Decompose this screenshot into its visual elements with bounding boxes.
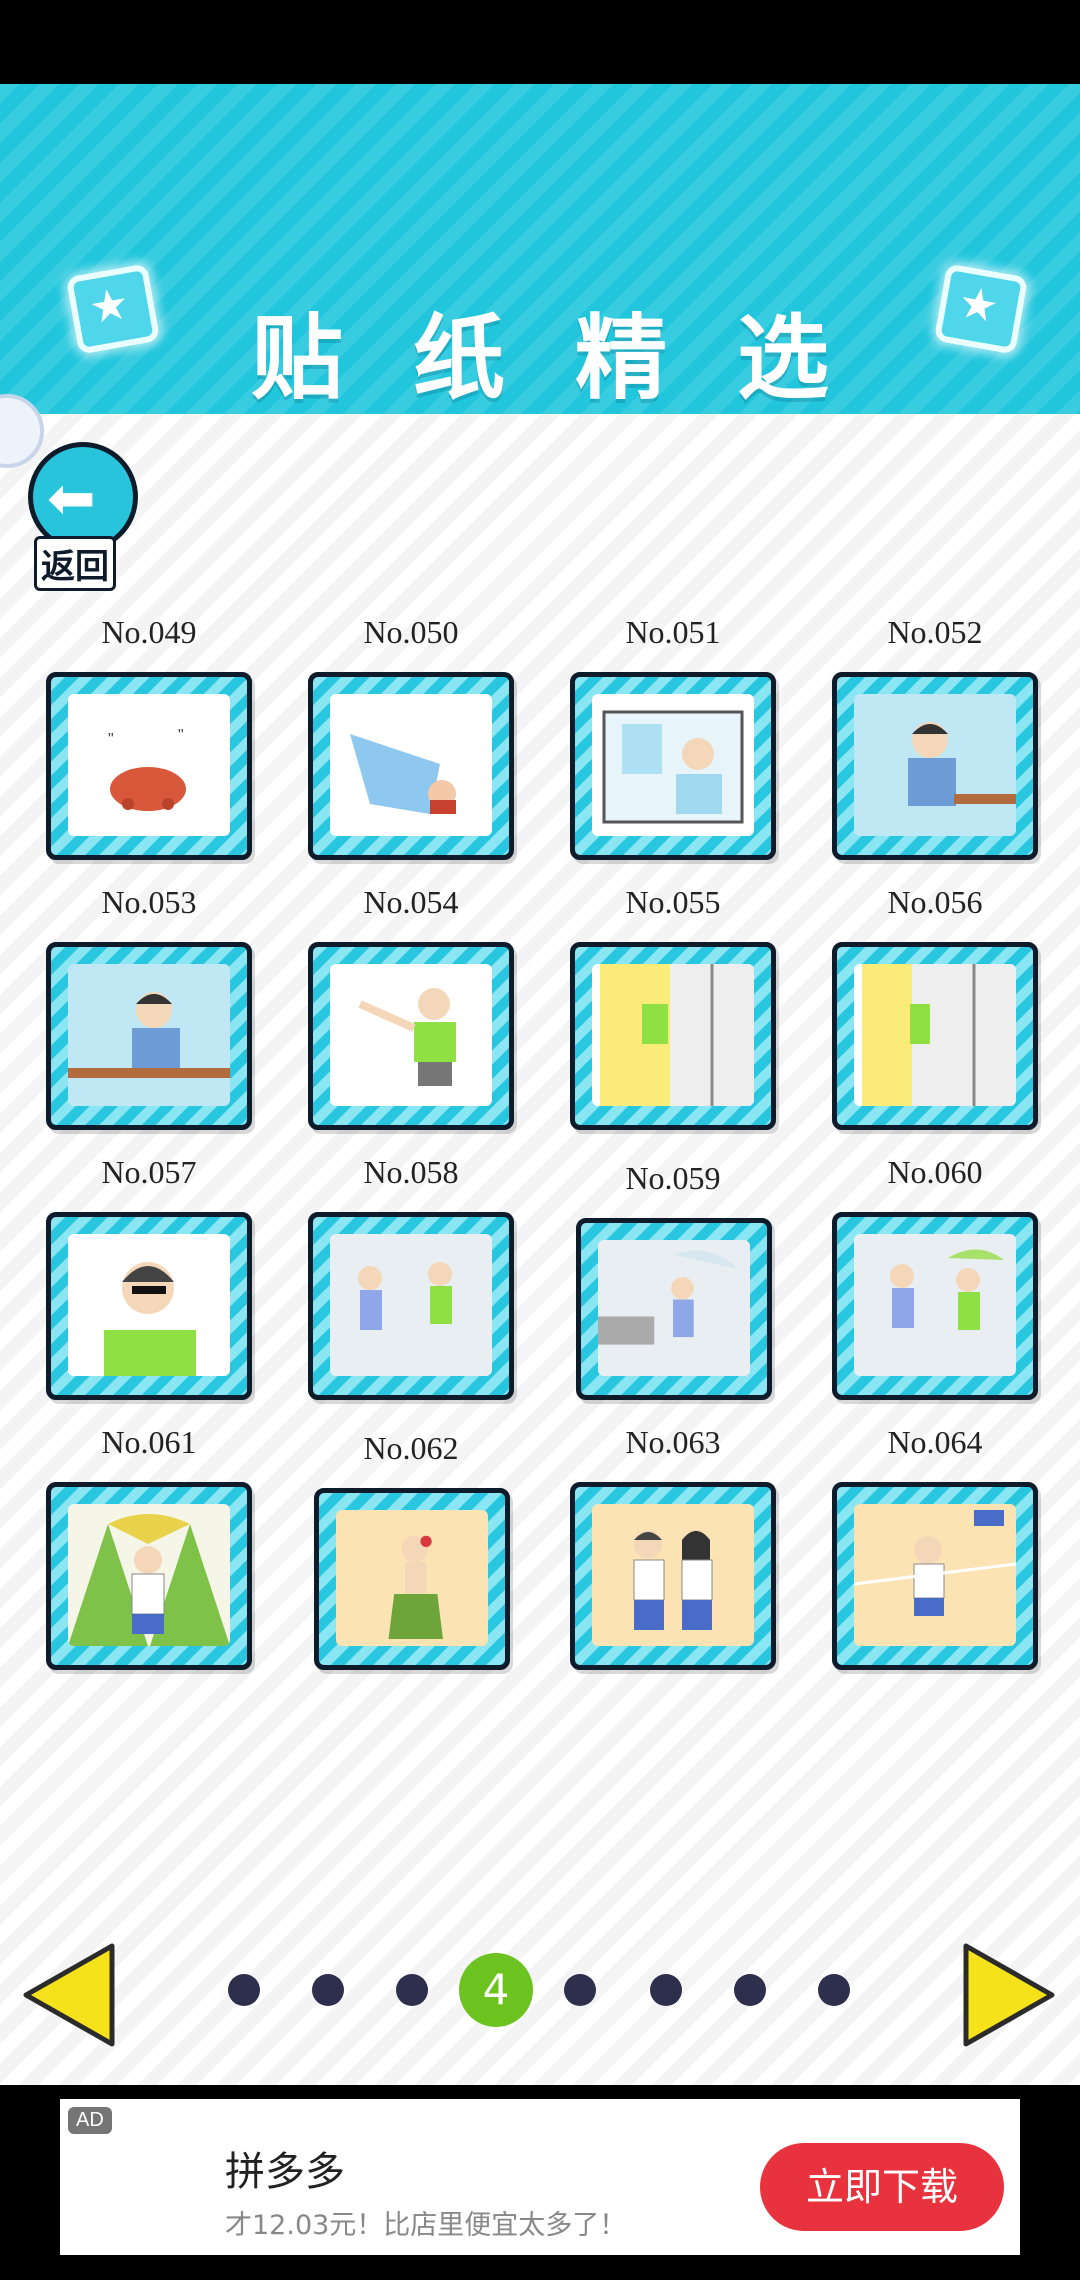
sticker-number: No.054 [363, 884, 459, 920]
status-bar [0, 0, 1080, 84]
sticker-number: No.053 [101, 884, 197, 920]
sticker-image-girl-umbrella [598, 1240, 750, 1376]
ad-download-button[interactable]: 立即下载 [760, 2143, 1004, 2231]
sticker-frame[interactable] [570, 1482, 776, 1670]
sticker-number: No.059 [625, 1160, 721, 1196]
ad-title: 拼多多 [225, 2149, 345, 2195]
sticker-number: No.060 [887, 1154, 983, 1190]
sticker-image-running-race [854, 1504, 1016, 1646]
sticker-frame[interactable] [832, 942, 1038, 1130]
sticker-image-hula-girl [336, 1510, 488, 1646]
page-dot[interactable] [734, 1974, 766, 2006]
sticker-image-shell [330, 694, 492, 836]
page-dot[interactable] [818, 1974, 850, 2006]
sticker-image-boy-classroom [854, 694, 1016, 836]
page-title: 贴纸精选 [250, 305, 899, 412]
sticker-frame[interactable] [570, 672, 776, 860]
sticker-image-station-couple [330, 1234, 492, 1376]
back-button[interactable]: ⬅ 返回 [26, 442, 138, 591]
sticker-image-boy-thinking [68, 964, 230, 1106]
page-dot[interactable] [312, 1974, 344, 2006]
sticker-number: No.057 [101, 1154, 197, 1190]
star-badge-icon: ★ [933, 263, 1029, 355]
ad-subtitle: 才12.03元！比店里便宜太多了！ [225, 2210, 627, 2241]
sticker-frame[interactable] [46, 942, 252, 1130]
sticker-image-crab: " " [68, 694, 230, 836]
sticker-image-couple-umbrella [854, 1234, 1016, 1376]
sticker-frame[interactable] [832, 1482, 1038, 1670]
sticker-number: No.064 [887, 1424, 983, 1460]
sticker-frame[interactable] [46, 1482, 252, 1670]
svg-text:": " [178, 727, 184, 744]
sticker-number: No.050 [363, 614, 459, 650]
page-dot[interactable] [650, 1974, 682, 2006]
next-page-button[interactable] [958, 1940, 1058, 2050]
sticker-image-door-peek [854, 964, 1016, 1106]
sticker-frame[interactable] [832, 672, 1038, 860]
sticker-frame[interactable] [308, 1212, 514, 1400]
sticker-image-feather-costume [68, 1504, 230, 1646]
page-dot[interactable] [564, 1974, 596, 2006]
sticker-frame[interactable] [570, 942, 776, 1130]
sticker-image-door-yellow [592, 964, 754, 1106]
page-dot[interactable] [228, 1974, 260, 2006]
page-dot-active[interactable]: 4 [459, 1953, 533, 2027]
triangle-right-icon [963, 1943, 1055, 2047]
sticker-gallery-screen: ★ 贴纸精选 ★ ⬅ 返回 No.049 " " No.050 No.051 N… [0, 84, 1080, 2085]
sticker-number: No.058 [363, 1154, 459, 1190]
sticker-frame[interactable]: " " [46, 672, 252, 860]
page-dot[interactable] [396, 1974, 428, 2006]
sticker-frame[interactable] [308, 672, 514, 860]
sticker-image-photo [592, 694, 754, 836]
sticker-image-boy-throwing [330, 964, 492, 1106]
sticker-frame[interactable] [832, 1212, 1038, 1400]
sticker-number: No.056 [887, 884, 983, 920]
sticker-image-pair-students [592, 1504, 754, 1646]
sticker-number: No.063 [625, 1424, 721, 1460]
sticker-frame[interactable] [576, 1218, 772, 1400]
sticker-frame[interactable] [314, 1488, 510, 1670]
ad-card[interactable]: AD 拼多多 才12.03元！比店里便宜太多了！ 立即下载 [60, 2099, 1020, 2255]
sticker-number: No.049 [101, 614, 197, 650]
page-indicator: 4 [0, 1953, 1080, 2034]
sticker-image-boy-sunglasses [68, 1234, 230, 1376]
sticker-number: No.062 [363, 1430, 459, 1466]
svg-text:": " [108, 731, 114, 748]
sticker-frame[interactable] [46, 1212, 252, 1400]
sticker-number: No.051 [625, 614, 721, 650]
ad-bar: AD 拼多多 才12.03元！比店里便宜太多了！ 立即下载 [0, 2085, 1080, 2280]
sticker-number: No.055 [625, 884, 721, 920]
sticker-number: No.061 [101, 1424, 197, 1460]
sticker-number: No.052 [887, 614, 983, 650]
back-label: 返回 [34, 536, 116, 591]
sticker-frame[interactable] [308, 942, 514, 1130]
header-banner: ★ 贴纸精选 ★ [0, 84, 1080, 414]
ad-tag: AD [68, 2107, 112, 2134]
